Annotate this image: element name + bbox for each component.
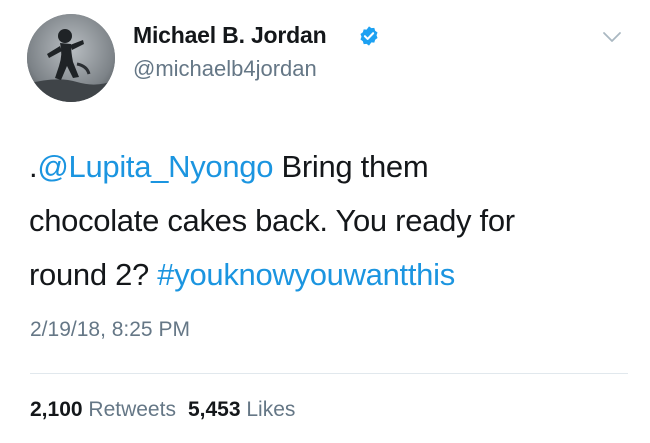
retweets-stat[interactable]: 2,100 Retweets <box>30 398 176 421</box>
likes-stat[interactable]: 5,453 Likes <box>188 398 295 421</box>
tweet-text-segment: Bring them <box>273 149 429 184</box>
tweet-card: Michael B. Jordan @michaelb4jordan .@Lup… <box>0 0 650 443</box>
tweet-stats: 2,100 Retweets 5,453 Likes <box>30 398 295 422</box>
retweets-label: Retweets <box>88 398 176 421</box>
retweets-count: 2,100 <box>30 398 83 421</box>
mention-link[interactable]: @Lupita_Nyongo <box>37 149 273 184</box>
tweet-text-line: .@Lupita_Nyongo Bring them <box>29 140 629 194</box>
tweet-text-segment: round 2? <box>29 257 158 292</box>
tweet-text-line: chocolate cakes back. You ready for <box>29 203 515 238</box>
tweet-text-line: round 2? #youknowyouwantthis <box>29 248 629 302</box>
tweet-text: .@Lupita_Nyongo Bring them chocolate cak… <box>29 140 629 302</box>
verified-badge-icon <box>360 26 378 46</box>
avatar-image <box>27 14 115 102</box>
hashtag-link[interactable]: #youknowyouwantthis <box>157 257 455 292</box>
display-name[interactable]: Michael B. Jordan <box>133 22 327 49</box>
likes-label: Likes <box>246 398 296 421</box>
divider <box>30 373 628 374</box>
tweet-timestamp[interactable]: 2/19/18, 8:25 PM <box>30 318 190 342</box>
user-handle[interactable]: @michaelb4jordan <box>133 56 317 82</box>
avatar[interactable] <box>27 14 115 102</box>
chevron-down-icon[interactable] <box>602 30 622 44</box>
likes-count: 5,453 <box>187 398 241 421</box>
